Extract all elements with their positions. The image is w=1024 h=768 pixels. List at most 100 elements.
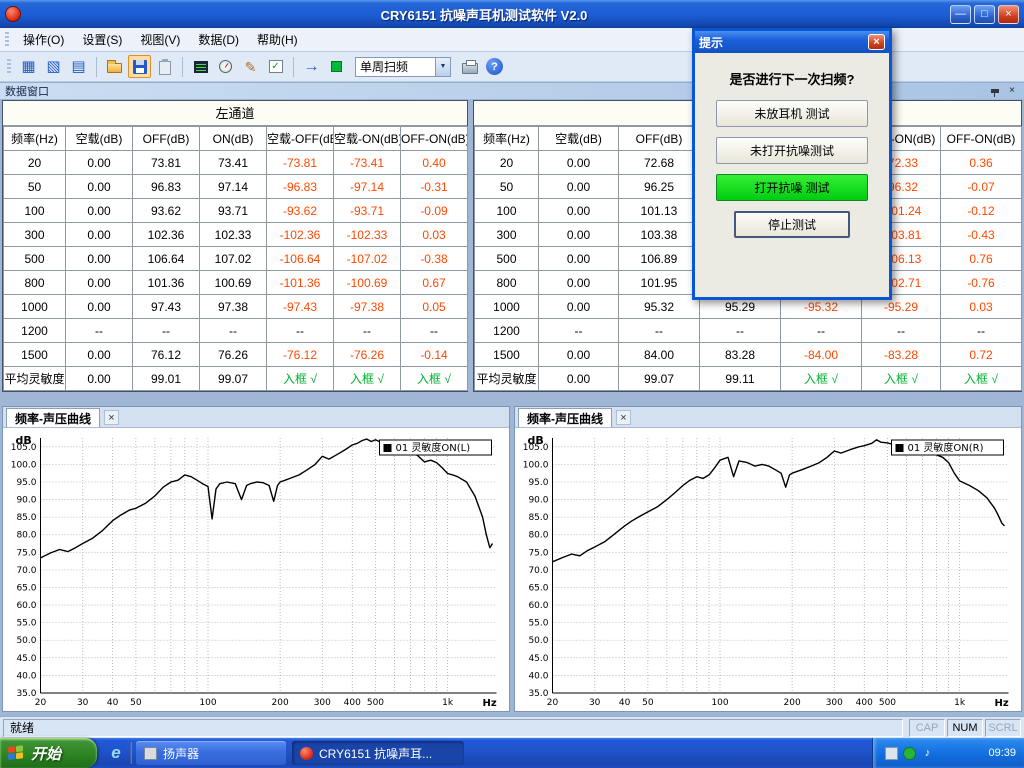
table-cell: 73.41 [200, 151, 267, 175]
dialog-button-打开抗噪-测试[interactable]: 打开抗噪 测试 [716, 174, 868, 201]
pin-icon[interactable] [988, 85, 1002, 98]
svg-text:45.0: 45.0 [16, 654, 36, 664]
table-cell: 0.05 [401, 295, 468, 319]
start-button[interactable]: 开始 [0, 738, 97, 768]
new-data-window-icon[interactable]: ▧ [42, 55, 65, 78]
start-test-icon[interactable]: → [300, 55, 323, 78]
tab-close-icon[interactable]: × [104, 410, 119, 425]
right-chart-panel: 频率-声压曲线 × 35.040.045.050.055.060.065.070… [514, 406, 1022, 712]
dialog-button-停止测试[interactable]: 停止测试 [734, 211, 850, 238]
table-cell: -0.12 [941, 199, 1022, 223]
taskbar-task-speaker[interactable]: 扬声器 [136, 741, 286, 765]
status-key-num: NUM [947, 719, 983, 737]
table-row: 10000.0097.4397.38-97.43-97.380.05 [4, 295, 468, 319]
spectrum-view-icon[interactable] [189, 55, 212, 78]
stop-test-icon[interactable] [325, 55, 348, 78]
ime-keyboard-icon[interactable] [885, 747, 898, 760]
svg-text:dB: dB [528, 434, 544, 447]
table-cell: 93.62 [133, 199, 200, 223]
edit-curve-icon[interactable]: ✎ [239, 55, 262, 78]
antivirus-shield-icon[interactable] [903, 747, 916, 760]
menu-item[interactable]: 操作(O) [14, 27, 73, 52]
table-cell: 107.02 [200, 247, 267, 271]
tab-frequency-spl-curve[interactable]: 频率-声压曲线 [518, 408, 612, 427]
export-data-icon[interactable] [153, 55, 176, 78]
report-view-icon-glyph: ▤ [71, 59, 85, 74]
maximize-button[interactable]: □ [974, 5, 995, 24]
dialog-button-未放耳机-测试[interactable]: 未放耳机 测试 [716, 100, 868, 127]
open-file-icon[interactable] [103, 55, 126, 78]
dialog-button-未打开抗噪测试[interactable]: 未打开抗噪测试 [716, 137, 868, 164]
svg-text:75.0: 75.0 [16, 548, 36, 558]
panel-close-icon[interactable]: × [1005, 85, 1019, 98]
table-cell: 72.68 [619, 151, 700, 175]
table-cell: -102.33 [334, 223, 401, 247]
start-test-icon-glyph: → [304, 59, 320, 75]
svg-text:90.0: 90.0 [528, 496, 548, 506]
svg-text:100.0: 100.0 [523, 460, 549, 470]
taskbar-divider [130, 742, 132, 764]
minimize-button[interactable]: — [950, 5, 971, 24]
sweep-mode-select[interactable]: 单周扫频▼ [355, 57, 451, 77]
menu-item[interactable]: 帮助(H) [248, 27, 307, 52]
svg-text:50.0: 50.0 [528, 636, 548, 646]
svg-text:70.0: 70.0 [528, 566, 548, 576]
column-header: 空载(dB) [66, 127, 133, 151]
table-cell: 83.28 [700, 343, 781, 367]
internet-explorer-icon[interactable]: e [105, 742, 127, 764]
table-cell: -- [781, 319, 862, 343]
svg-text:100: 100 [199, 698, 216, 708]
svg-text:65.0: 65.0 [528, 583, 548, 593]
help-icon[interactable]: ? [483, 55, 506, 78]
table-cell: 800 [475, 271, 539, 295]
svg-text:40: 40 [619, 698, 631, 708]
title-bar: CRY6151 抗噪声耳机测试软件 V2.0 — □ × [0, 0, 1024, 28]
svg-text:40: 40 [107, 698, 119, 708]
svg-text:1k: 1k [954, 698, 966, 708]
menu-item[interactable]: 视图(V) [131, 27, 189, 52]
table-cell: 97.38 [200, 295, 267, 319]
tile-windows-icon[interactable]: ▦ [17, 55, 40, 78]
dialog-message: 是否进行下一次扫频? [695, 69, 889, 88]
table-cell: 0.00 [539, 151, 619, 175]
windows-flag-icon [8, 745, 25, 762]
menu-grip[interactable] [5, 32, 9, 48]
tab-label: 频率-声压曲线 [15, 410, 91, 427]
close-button[interactable]: × [998, 5, 1019, 24]
status-text: 就绪 [3, 719, 903, 737]
limit-check-icon[interactable]: ✓ [264, 55, 287, 78]
table-cell: 100 [475, 199, 539, 223]
table-cell: 76.12 [133, 343, 200, 367]
column-header: 空载-OFF(dB) [267, 127, 334, 151]
table-row: 1000.0093.6293.71-93.62-93.71-0.09 [4, 199, 468, 223]
svg-text:55.0: 55.0 [528, 619, 548, 629]
svg-text:1k: 1k [442, 698, 454, 708]
report-view-icon[interactable]: ▤ [67, 55, 90, 78]
level-meter-icon[interactable] [214, 55, 237, 78]
taskbar-task-cry6151[interactable]: CRY6151 抗噪声耳... [292, 741, 464, 765]
table-title: 左通道 [3, 101, 467, 126]
table-cell: -97.43 [267, 295, 334, 319]
dialog-buttons: 未放耳机 测试未打开抗噪测试打开抗噪 测试停止测试 [695, 100, 889, 238]
table-cell: 0.00 [66, 367, 133, 391]
volume-icon[interactable]: ♪ [921, 747, 934, 760]
table-row: 3000.00102.36102.33-102.36-102.330.03 [4, 223, 468, 247]
table-cell: 500 [4, 247, 66, 271]
svg-text:35.0: 35.0 [528, 689, 548, 699]
table-cell: -76.12 [267, 343, 334, 367]
save-file-icon[interactable] [128, 55, 151, 78]
combo-dropdown-arrow-icon[interactable]: ▼ [435, 58, 450, 76]
toolbar-grip[interactable] [7, 59, 11, 75]
table-cell: 0.00 [539, 199, 619, 223]
column-header: 频率(Hz) [4, 127, 66, 151]
tab-frequency-spl-curve[interactable]: 频率-声压曲线 [6, 408, 100, 427]
print-icon[interactable] [458, 55, 481, 78]
dialog-close-icon[interactable]: × [868, 34, 885, 50]
tab-close-icon[interactable]: × [616, 410, 631, 425]
tab-label: 频率-声压曲线 [527, 410, 603, 427]
table-cell: 0.00 [66, 247, 133, 271]
menu-item[interactable]: 数据(D) [189, 27, 248, 52]
table-cell: -73.81 [267, 151, 334, 175]
menu-item[interactable]: 设置(S) [73, 27, 131, 52]
table-row: 500.0096.8397.14-96.83-97.14-0.31 [4, 175, 468, 199]
